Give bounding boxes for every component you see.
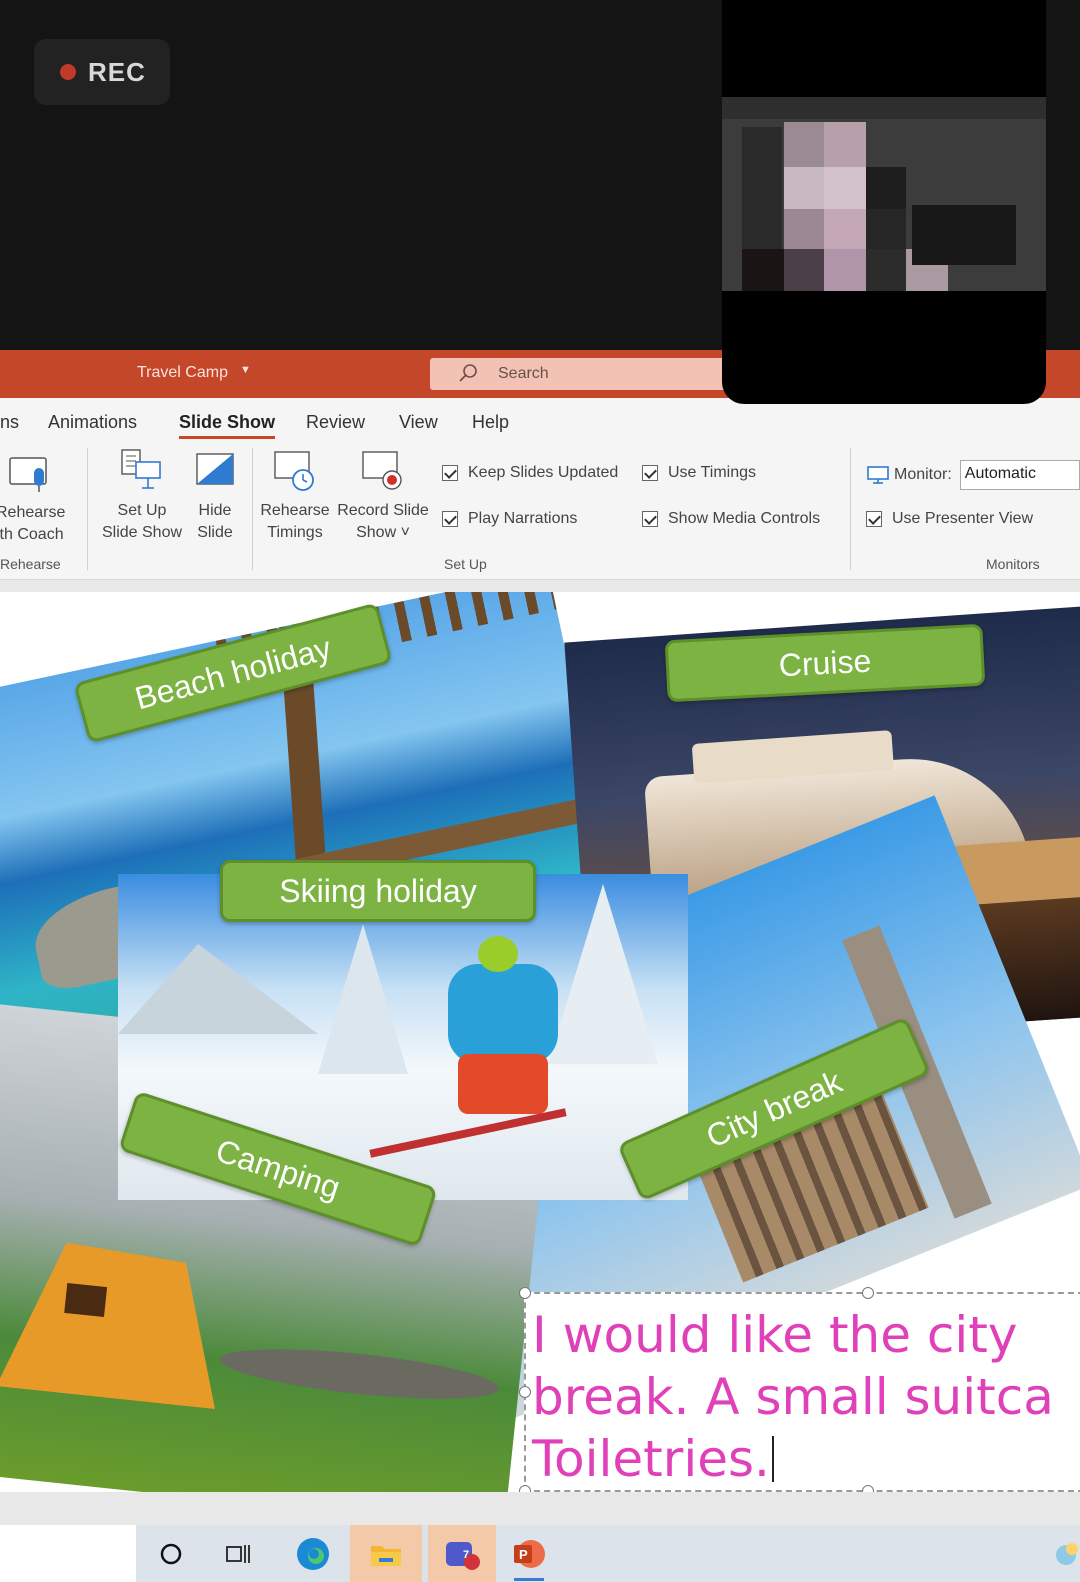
taskbar: 7 P <box>0 1525 1080 1582</box>
use-timings-label: Use Timings <box>668 464 757 481</box>
setup-slideshow-icon <box>121 449 161 489</box>
record-dot-icon <box>60 64 76 80</box>
hide-slide-icon <box>196 453 234 485</box>
slide-editor: Beach holiday Cruise Skiing holiday Camp… <box>0 580 1080 1525</box>
edge-button[interactable] <box>280 1525 346 1582</box>
video-panel[interactable] <box>722 0 1046 404</box>
powerpoint-icon: P <box>514 1539 545 1568</box>
active-tab-indicator <box>179 436 275 439</box>
checkbox-checked-icon <box>642 465 658 481</box>
answer-text-content: I would like the city break. A small sui… <box>532 1306 1054 1488</box>
hide-slide-line2: Slide <box>197 524 233 541</box>
label-skiing-holiday[interactable]: Skiing holiday <box>220 860 536 922</box>
tab-view[interactable]: View <box>399 412 438 433</box>
checkbox-checked-icon <box>866 511 882 527</box>
webcam-feed <box>722 97 1046 291</box>
setup-slideshow-line2: Slide Show <box>101 524 183 541</box>
file-explorer-button[interactable] <box>350 1525 422 1582</box>
record-slideshow-line2: Show ˅ <box>356 524 410 541</box>
monitor-icon <box>867 466 889 484</box>
use-presenter-view-label: Use Presenter View <box>892 510 1034 527</box>
checkbox-checked-icon <box>442 465 458 481</box>
task-view-icon <box>226 1544 250 1563</box>
use-timings-checkbox[interactable]: Use Timings <box>642 464 756 482</box>
monitor-label: Monitor: <box>894 466 952 483</box>
search-placeholder: Search <box>498 365 549 382</box>
answer-text-box[interactable]: I would like the city break. A small sui… <box>519 1287 1080 1492</box>
group-label-monitors: Monitors <box>986 556 1040 572</box>
resize-handle[interactable] <box>519 1485 531 1492</box>
search-icon <box>459 364 477 382</box>
taskbar-search-area[interactable] <box>0 1525 136 1582</box>
keep-slides-updated-checkbox[interactable]: Keep Slides Updated <box>442 464 618 482</box>
rehearse-timings-button[interactable]: Rehearse Timings <box>258 448 332 544</box>
checkbox-checked-icon <box>442 511 458 527</box>
cortana-button[interactable] <box>138 1525 204 1582</box>
rehearse-timings-line2: Timings <box>267 524 323 541</box>
weather-icon <box>1056 1543 1078 1565</box>
coach-icon <box>9 457 47 492</box>
setup-slideshow-line1: Set Up <box>117 502 167 519</box>
rec-indicator: REC <box>34 39 170 105</box>
resize-handle[interactable] <box>519 1386 531 1398</box>
tab-review[interactable]: Review <box>306 412 365 433</box>
search-circle-icon <box>160 1543 182 1564</box>
teams-button[interactable]: 7 <box>428 1525 496 1582</box>
group-label-rehearse: Rehearse <box>0 556 61 572</box>
document-title[interactable]: Travel Camp <box>137 364 228 382</box>
rec-label: REC <box>88 56 146 87</box>
play-narrations-checkbox[interactable]: Play Narrations <box>442 510 577 528</box>
monitor-setting: Monitor: Automatic <box>866 460 1080 490</box>
hide-slide-button[interactable]: Hide Slide <box>190 448 240 544</box>
rehearse-coach-line1: Rehearse <box>0 504 66 521</box>
rehearse-coach-line2: ith Coach <box>0 526 64 543</box>
resize-handle[interactable] <box>862 1287 874 1299</box>
ribbon: ns Animations Slide Show Review View Hel… <box>0 398 1080 580</box>
show-media-controls-label: Show Media Controls <box>668 510 821 527</box>
resize-handle[interactable] <box>862 1485 874 1492</box>
checkbox-checked-icon <box>642 511 658 527</box>
use-presenter-view-checkbox[interactable]: Use Presenter View <box>866 510 1033 528</box>
hide-slide-line1: Hide <box>198 502 232 519</box>
tab-help[interactable]: Help <box>472 412 509 433</box>
edge-icon <box>297 1537 329 1570</box>
task-view-button[interactable] <box>206 1525 272 1582</box>
tab-transitions[interactable]: ns <box>0 412 19 433</box>
tab-animations[interactable]: Animations <box>48 412 137 433</box>
search-input[interactable]: Search <box>430 358 730 390</box>
keep-slides-updated-label: Keep Slides Updated <box>468 464 619 481</box>
teams-badge: 7 <box>463 1549 470 1561</box>
tab-slide-show[interactable]: Slide Show <box>179 412 275 433</box>
rehearse-with-coach-button[interactable]: Rehearse ith Coach <box>0 452 78 546</box>
timer-icon <box>274 451 314 491</box>
answer-text[interactable]: I would like the city break. A small sui… <box>532 1304 1080 1490</box>
group-label-setup: Set Up <box>444 556 487 572</box>
folder-icon <box>371 1545 401 1566</box>
resize-handle[interactable] <box>519 1287 531 1299</box>
record-icon <box>362 451 402 490</box>
rehearse-timings-line1: Rehearse <box>260 502 330 519</box>
chevron-down-icon[interactable]: ▼ <box>240 364 251 376</box>
record-slideshow-button[interactable]: Record Slide Show ˅ <box>334 448 432 544</box>
slide-canvas[interactable]: Beach holiday Cruise Skiing holiday Camp… <box>0 592 1080 1492</box>
monitor-select[interactable]: Automatic <box>959 460 1080 490</box>
text-caret <box>771 1436 774 1482</box>
setup-slideshow-button[interactable]: Set Up Slide Show <box>96 448 188 544</box>
teams-icon <box>446 1541 480 1570</box>
svg-text:P: P <box>519 1547 528 1562</box>
record-slideshow-line1: Record Slide <box>337 502 429 519</box>
powerpoint-active-indicator <box>514 1578 544 1581</box>
play-narrations-label: Play Narrations <box>468 510 578 527</box>
show-media-controls-checkbox[interactable]: Show Media Controls <box>642 510 820 528</box>
powerpoint-button[interactable]: P <box>500 1525 558 1582</box>
